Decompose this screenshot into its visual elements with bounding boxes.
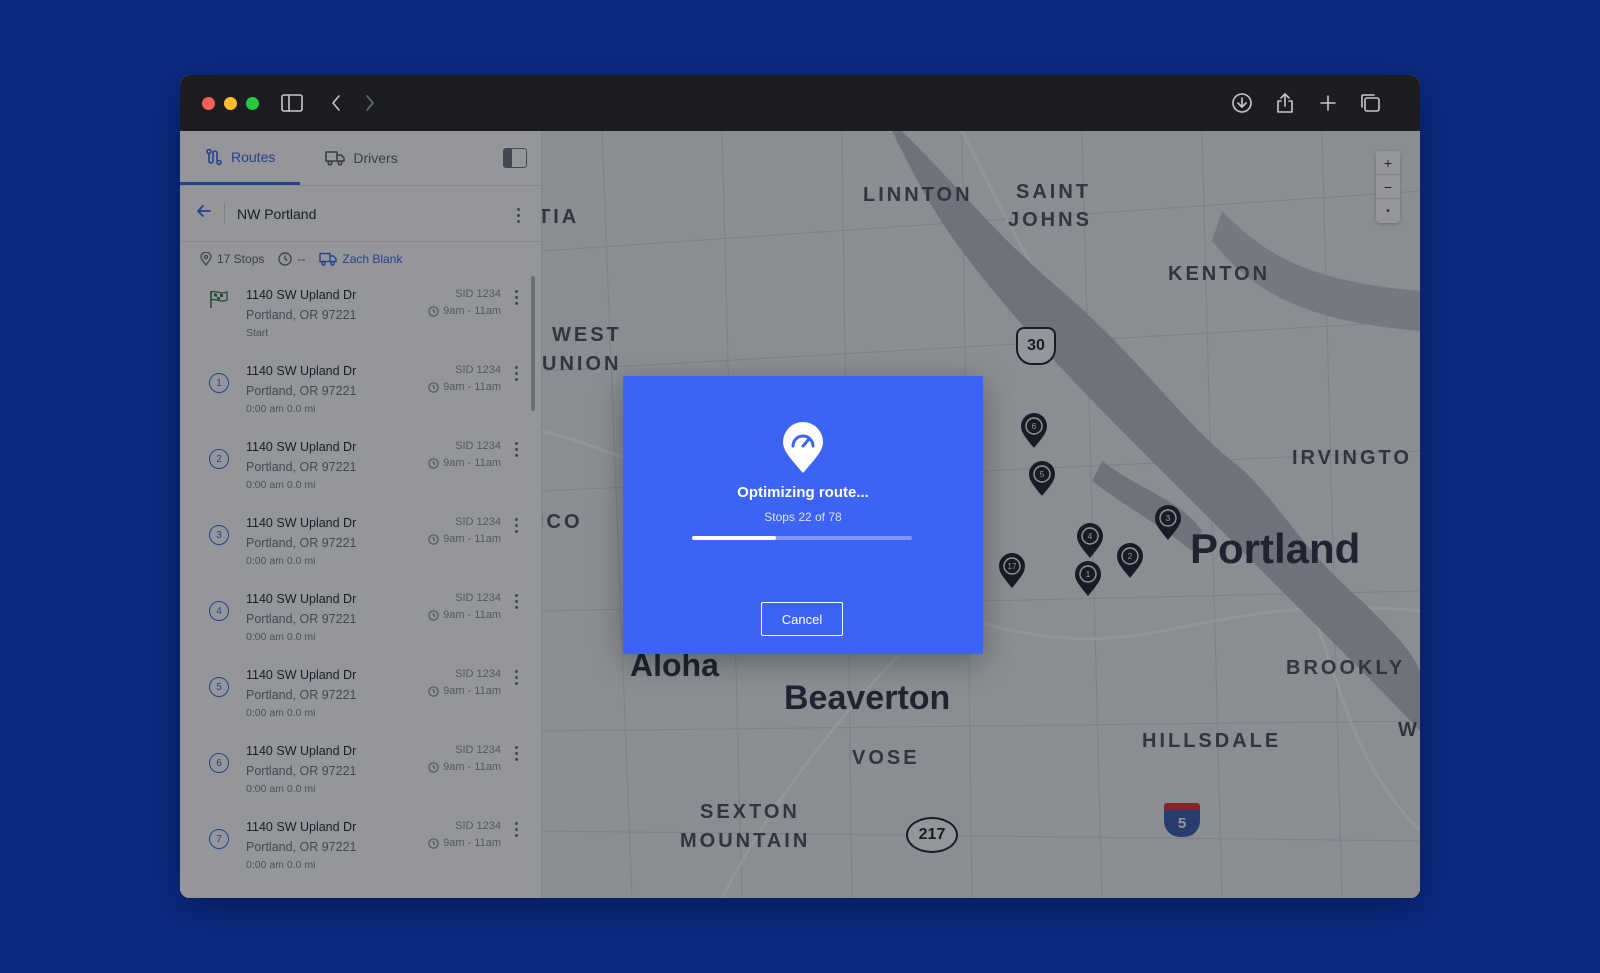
dialog-title: Optimizing route...: [737, 484, 869, 501]
sidebar-toggle-icon[interactable]: [280, 91, 304, 115]
close-window-button[interactable]: [202, 96, 215, 110]
optimizing-route-dialog: Optimizing route... Stops 22 of 78 Cance…: [623, 376, 983, 654]
progress-bar: [692, 536, 912, 540]
forward-icon[interactable]: [358, 91, 382, 115]
progress-text: Stops 22 of 78: [764, 510, 842, 524]
browser-toolbar: [180, 75, 1420, 131]
new-tab-icon[interactable]: [1316, 91, 1340, 115]
window-controls: [202, 96, 259, 110]
tab-overview-icon[interactable]: [1358, 91, 1382, 115]
cancel-button[interactable]: Cancel: [761, 602, 843, 636]
maximize-window-button[interactable]: [246, 96, 259, 110]
download-icon[interactable]: [1230, 91, 1254, 115]
progress-fill: [692, 536, 776, 540]
speedometer-pin-icon: [781, 422, 825, 479]
minimize-window-button[interactable]: [224, 96, 237, 110]
share-icon[interactable]: [1273, 91, 1297, 115]
back-icon[interactable]: [324, 91, 348, 115]
